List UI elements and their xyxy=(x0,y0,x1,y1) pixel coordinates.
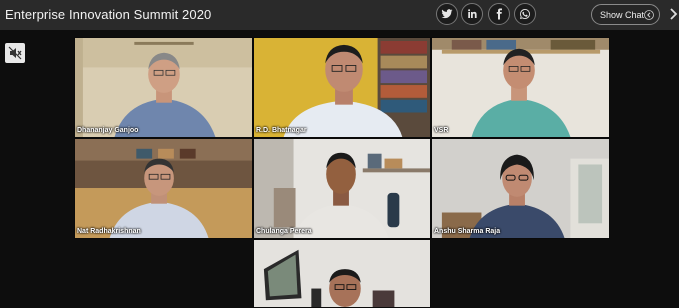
video-tile[interactable]: VSR xyxy=(431,37,610,138)
participant-name: VSR xyxy=(434,127,449,134)
show-chat-label: Show Chat xyxy=(600,9,645,20)
top-bar: Enterprise Innovation Summit 2020 Show C… xyxy=(0,0,679,30)
participant-name: Chulanga Perera xyxy=(256,228,312,235)
twitter-icon xyxy=(441,9,453,19)
mute-button[interactable] xyxy=(5,43,25,63)
video-tile[interactable]: R.D. Bhatnagar xyxy=(253,37,431,138)
linkedin-icon xyxy=(468,9,477,18)
participant-name: Dhananjay Ganjoo xyxy=(77,127,139,134)
participant-video xyxy=(254,139,430,238)
whatsapp-share-button[interactable] xyxy=(514,3,536,25)
show-chat-button[interactable]: Show Chat xyxy=(591,4,660,25)
chevron-left-icon xyxy=(644,10,654,20)
participant-name: Nat Radhakrishnan xyxy=(77,228,141,235)
speaker-muted-icon xyxy=(8,46,22,60)
video-tile[interactable]: Chulanga Perera xyxy=(253,138,431,239)
video-tile[interactable]: Dhananjay Ganjoo xyxy=(74,37,253,138)
video-tile[interactable]: Nat Radhakrishnan xyxy=(74,138,253,239)
linkedin-share-button[interactable] xyxy=(461,3,483,25)
whatsapp-icon xyxy=(520,8,531,19)
event-title: Enterprise Innovation Summit 2020 xyxy=(5,7,212,22)
participant-video xyxy=(75,139,252,238)
video-tile[interactable] xyxy=(253,239,431,308)
participant-video xyxy=(432,38,609,137)
expand-icon[interactable] xyxy=(668,6,679,22)
facebook-share-button[interactable] xyxy=(488,3,510,25)
participant-video xyxy=(254,38,430,137)
video-tile[interactable]: Anshu Sharma Raja xyxy=(431,138,610,239)
participant-video xyxy=(432,139,609,238)
participant-name: Anshu Sharma Raja xyxy=(434,228,501,235)
participant-video xyxy=(75,38,252,137)
facebook-icon xyxy=(496,8,502,20)
twitter-share-button[interactable] xyxy=(436,3,458,25)
participant-name: R.D. Bhatnagar xyxy=(256,127,307,134)
participant-video xyxy=(254,240,430,307)
